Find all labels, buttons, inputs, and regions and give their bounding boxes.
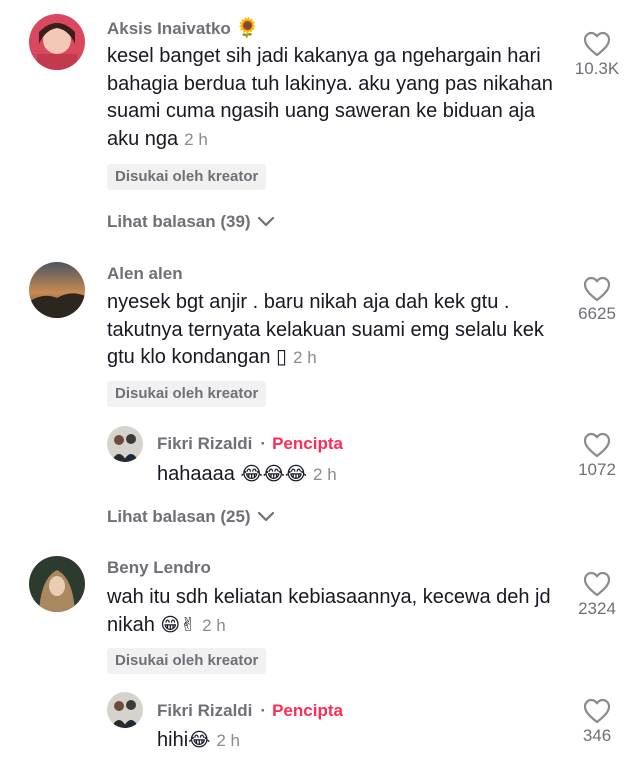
- creator-label: Pencipta: [272, 434, 343, 453]
- liked-by-creator-badge: Disukai oleh kreator: [107, 381, 267, 407]
- heart-outline-icon[interactable]: [583, 432, 611, 458]
- creator-label: Pencipta: [272, 701, 343, 720]
- liked-by-creator-badge: Disukai oleh kreator: [107, 648, 267, 674]
- chevron-down-icon[interactable]: [257, 216, 275, 228]
- like-count: 346: [582, 726, 612, 745]
- like-button[interactable]: 6625: [561, 276, 633, 324]
- reply-text: hahaaaa 😂😂😂 2 h: [157, 463, 337, 485]
- comment-username[interactable]: Aksis Inaivatko 🌻: [107, 16, 259, 39]
- like-count: 1072: [578, 460, 616, 479]
- like-count: 10.3K: [574, 59, 620, 78]
- comment-time: 2 h: [184, 129, 208, 149]
- liked-by-creator-badge: Disukai oleh kreator: [107, 164, 267, 190]
- heart-outline-icon[interactable]: [583, 31, 611, 57]
- avatar[interactable]: [29, 556, 85, 612]
- like-button[interactable]: 10.3K: [561, 31, 633, 79]
- heart-outline-icon[interactable]: [583, 276, 611, 302]
- comment-text: kesel banget sih jadi kakanya ga ngeharg…: [107, 45, 553, 150]
- sunflower-emoji: 🌻: [235, 17, 260, 39]
- like-button[interactable]: 2324: [561, 571, 633, 619]
- like-count: 6625: [578, 304, 616, 323]
- comment-time: 2 h: [293, 348, 317, 367]
- grin-victory-emoji: 😁✌: [160, 613, 197, 636]
- like-button[interactable]: 346: [561, 698, 633, 746]
- reply-username: Fikri Rizaldi · Pencipta: [157, 434, 343, 453]
- reply-username: Fikri Rizaldi · Pencipta: [157, 701, 343, 720]
- avatar[interactable]: [107, 692, 143, 728]
- view-replies-button[interactable]: Lihat balasan (25): [107, 507, 275, 527]
- comment-text: nyesek bgt anjir . baru nikah aja dah ke…: [107, 291, 544, 368]
- comment-username[interactable]: Beny Lendro: [107, 558, 211, 578]
- reply-text: hihi😂 2 h: [157, 729, 240, 751]
- comment-text: wah itu sdh keliatan kebiasaannya, kecew…: [107, 586, 551, 636]
- chevron-down-icon[interactable]: [257, 511, 275, 523]
- like-count: 2324: [578, 599, 616, 618]
- reply-time: 2 h: [313, 465, 337, 484]
- comment-username[interactable]: Alen alen: [107, 264, 183, 284]
- laughing-emoji: 😂: [188, 729, 211, 751]
- heart-outline-icon[interactable]: [583, 571, 611, 597]
- avatar[interactable]: [29, 14, 85, 70]
- laughing-emoji: 😂😂😂: [240, 463, 308, 485]
- like-button[interactable]: 1072: [561, 432, 633, 480]
- comment-time: 2 h: [202, 615, 226, 635]
- reply-time: 2 h: [216, 731, 240, 750]
- avatar[interactable]: [29, 262, 85, 318]
- heart-outline-icon[interactable]: [583, 698, 611, 724]
- view-replies-button[interactable]: Lihat balasan (39): [107, 212, 275, 232]
- avatar[interactable]: [107, 426, 143, 462]
